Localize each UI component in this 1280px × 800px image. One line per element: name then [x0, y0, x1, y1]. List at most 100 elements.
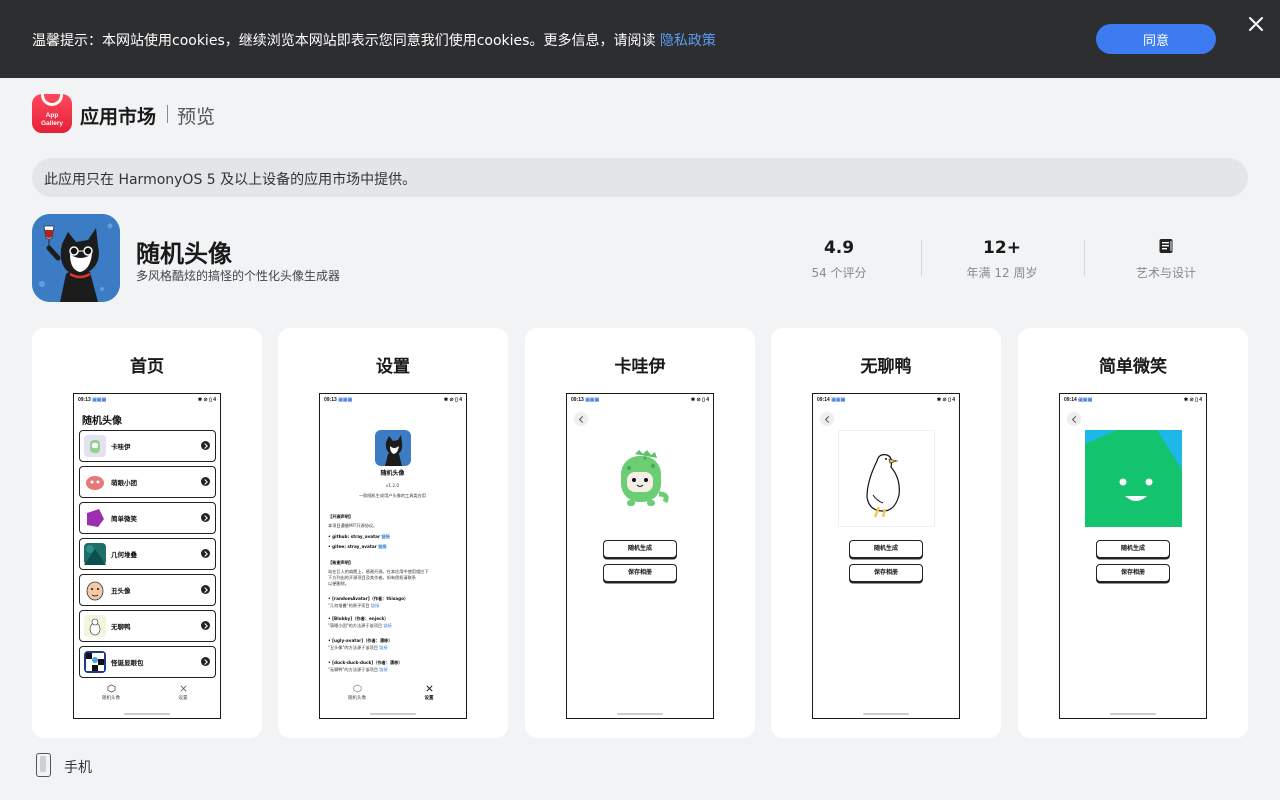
chevron-right-icon [201, 513, 210, 522]
notice-text: 此应用只在 HarmonyOS 5 及以上设备的应用市场中提供。 [44, 172, 417, 188]
back-icon [820, 412, 834, 426]
device-label: 手机 [64, 760, 92, 776]
weird-thumb-icon [84, 651, 106, 673]
dino-thumb-icon [84, 435, 106, 457]
screenshot-title: 卡哇伊 [614, 357, 666, 377]
logo-text: App Gallery [40, 112, 64, 127]
age-stat: 12+ 年满 12 周岁 [927, 238, 1077, 281]
tools-icon [180, 685, 186, 692]
phone-frame: 09:14 ▣▣▣ ✱ ⊘ ▯ 4 随机生成 保存相册 [812, 393, 960, 719]
chevron-right-icon [201, 477, 210, 486]
screenshot-card[interactable]: 设置 09:13 ▣▣▣ ✱ ⊘ ▯ 4 随机头像 v1.2.0 一款随机生成用户… [278, 328, 508, 738]
phone-frame: 09:13 ▣▣▣ ✱ ⊘ ▯ 4 随机头像 v1.2.0 一款随机生成用户头像的… [319, 393, 467, 719]
phone-icon [36, 753, 51, 777]
agree-button[interactable]: 同意 [1096, 24, 1216, 54]
age-label: 年满 12 周岁 [966, 266, 1038, 280]
screenshot-title: 简单微笑 [1099, 357, 1167, 377]
cookie-text: 温馨提示：本网站使用cookies，继续浏览本网站即表示您同意我们使用cooki… [32, 30, 716, 50]
generate-button: 随机生成 [603, 540, 677, 558]
appgallery-logo[interactable]: App Gallery [32, 94, 72, 133]
phone-frame: 09:13 ▣▣▣ ✱ ⊘ ▯ 4 随机头像 卡哇伊 萌眼小团 简单微笑 几何堆叠… [73, 393, 221, 719]
generate-button: 随机生成 [1096, 540, 1170, 558]
list-item: 无聊鸭 [79, 610, 216, 642]
cookie-banner: 温馨提示：本网站使用cookies，继续浏览本网站即表示您同意我们使用cooki… [0, 0, 1280, 78]
screenshot-card[interactable]: 无聊鸭 09:14 ▣▣▣ ✱ ⊘ ▯ 4 随机生成 保存相册 [771, 328, 1001, 738]
cat-avatar-icon [32, 214, 120, 302]
duck-canvas [838, 430, 935, 527]
home-indicator [370, 713, 416, 715]
smile-avatar-icon [1085, 430, 1182, 527]
screenshot-card[interactable]: 卡哇伊 09:13 ▣▣▣ ✱ ⊘ ▯ 4 随机生成 保存相册 [525, 328, 755, 738]
list-item: 怪诞显眼包 [79, 646, 216, 678]
tab-settings: 设置 [404, 684, 454, 701]
availability-notice: 此应用只在 HarmonyOS 5 及以上设备的应用市场中提供。 [32, 158, 1248, 197]
home-title: 随机头像 [82, 416, 122, 427]
geometric-thumb-icon [84, 543, 106, 565]
rating-stat: 4.9 54 个评分 [764, 238, 914, 281]
status-bar: 09:13 ▣▣▣ ✱ ⊘ ▯ 4 [78, 397, 216, 403]
cube-icon [107, 684, 115, 693]
home-indicator [863, 713, 909, 715]
cat-avatar-icon [375, 430, 411, 466]
tab-home: 随机头像 [332, 684, 382, 701]
chevron-right-icon [201, 657, 210, 666]
status-bar: 09:14 ▣▣▣ ✱ ⊘ ▯ 4 [1064, 397, 1202, 403]
close-icon[interactable] [1246, 14, 1266, 34]
ugly-face-thumb-icon [84, 579, 106, 601]
age-value: 12+ [983, 238, 1021, 258]
chevron-right-icon [201, 549, 210, 558]
brand-divider [167, 105, 168, 123]
rating-count: 54 个评分 [811, 266, 867, 280]
chevron-right-icon [201, 441, 210, 450]
tab-settings: 设置 [158, 684, 208, 701]
book-icon [1159, 239, 1173, 253]
status-bar: 09:14 ▣▣▣ ✱ ⊘ ▯ 4 [817, 397, 955, 403]
save-button: 保存相册 [1096, 564, 1170, 582]
screenshot-title: 首页 [130, 357, 164, 377]
app-name: 随机头像 [136, 240, 232, 268]
save-button: 保存相册 [849, 564, 923, 582]
screenshot-card[interactable]: 简单微笑 09:14 ▣▣▣ ✱ ⊘ ▯ 4 随机生成 保存相册 [1018, 328, 1248, 738]
phone-frame: 09:13 ▣▣▣ ✱ ⊘ ▯ 4 随机生成 保存相册 [566, 393, 714, 719]
list-item: 卡哇伊 [79, 430, 216, 462]
duck-avatar-icon [866, 454, 900, 518]
app-description: 多风格酷炫的搞怪的个性化头像生成器 [136, 269, 341, 283]
rating-value: 4.9 [823, 238, 855, 258]
privacy-policy-link[interactable]: 隐私政策 [660, 33, 716, 49]
category-stat: 艺术与设计 [1091, 238, 1241, 281]
screenshot-title: 无聊鸭 [860, 357, 912, 377]
tab-home: 随机头像 [86, 684, 136, 701]
list-item: 几何堆叠 [79, 538, 216, 570]
cookie-message: 温馨提示：本网站使用cookies，继续浏览本网站即表示您同意我们使用cooki… [32, 33, 656, 49]
brand-subtitle: 预览 [177, 106, 216, 128]
list-item: 简单微笑 [79, 502, 216, 534]
screenshot-title: 设置 [376, 357, 410, 377]
stat-divider [1084, 240, 1085, 276]
brand-title: 应用市场 [80, 106, 157, 128]
generate-button: 随机生成 [849, 540, 923, 558]
screenshot-card[interactable]: 首页 09:13 ▣▣▣ ✱ ⊘ ▯ 4 随机头像 卡哇伊 萌眼小团 简单微笑 几… [32, 328, 262, 738]
chevron-right-icon [201, 621, 210, 630]
tab-bar: 随机头像 设置 [320, 684, 465, 708]
phone-frame: 09:14 ▣▣▣ ✱ ⊘ ▯ 4 随机生成 保存相册 [1059, 393, 1207, 719]
blob-thumb-icon [84, 471, 106, 493]
stat-divider [921, 240, 922, 276]
tab-bar: 随机头像 设置 [74, 684, 219, 708]
duck-thumb-icon [84, 615, 106, 637]
list-item: 丑头像 [79, 574, 216, 606]
back-icon [574, 412, 588, 426]
dino-avatar-icon [621, 450, 669, 506]
list-item: 萌眼小团 [79, 466, 216, 498]
category-icon-wrap [1091, 238, 1241, 260]
save-button: 保存相册 [603, 564, 677, 582]
app-icon [32, 214, 120, 302]
status-bar: 09:13 ▣▣▣ ✱ ⊘ ▯ 4 [571, 397, 709, 403]
tools-icon [425, 685, 433, 692]
status-bar: 09:13 ▣▣▣ ✱ ⊘ ▯ 4 [324, 397, 462, 403]
cube-icon [353, 684, 361, 693]
category-label: 艺术与设计 [1135, 266, 1196, 280]
home-indicator [1110, 713, 1156, 715]
logo-bag-icon [41, 94, 63, 106]
home-indicator [124, 713, 170, 715]
smile-thumb-icon [84, 507, 106, 529]
